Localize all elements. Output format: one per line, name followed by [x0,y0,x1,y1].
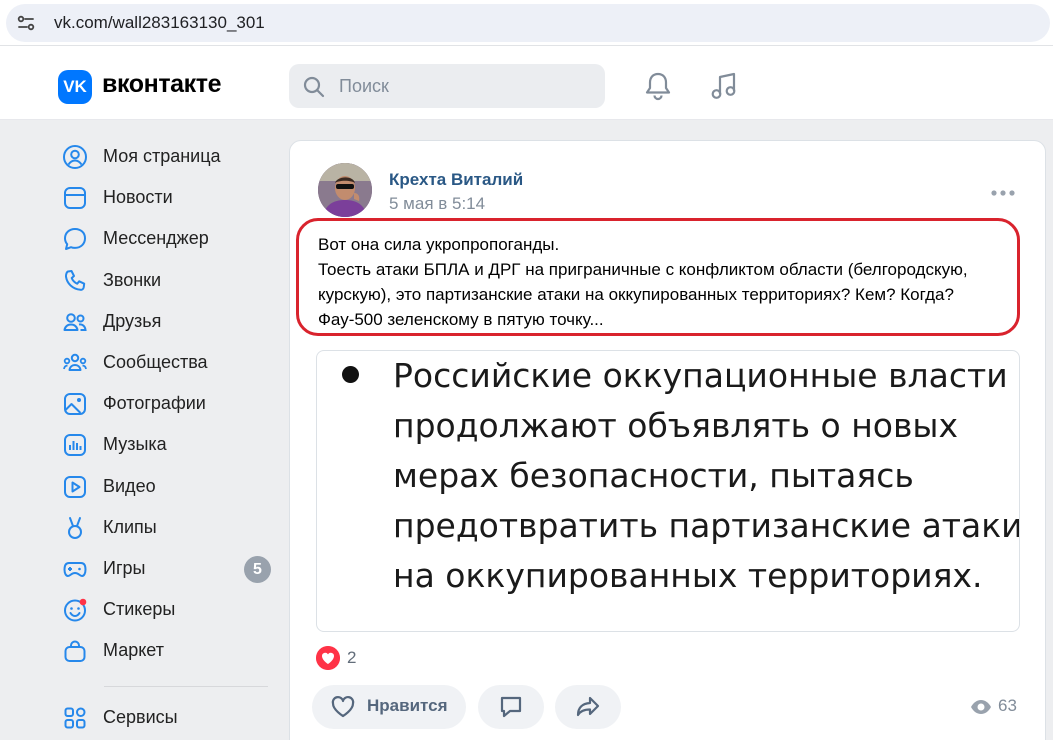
sidebar-item-communities[interactable]: Сообщества [60,342,280,383]
services-icon [64,707,86,729]
market-icon [64,640,86,663]
comment-icon [500,696,522,718]
author-avatar[interactable] [318,163,372,217]
post-card: Крехта Виталий 5 мая в 5:14 Вот она сила… [289,140,1046,740]
news-icon [64,187,86,210]
post-author[interactable]: Крехта Виталий [389,170,523,190]
sidebar-item-label: Игры [103,557,146,578]
sidebar-item-label: Фотографии [103,393,206,414]
search-input[interactable]: Поиск [289,64,605,108]
image-text-line: Российские оккупационные власти [393,356,1008,395]
like-button[interactable]: Нравится [312,685,466,729]
avatar-photo [318,163,372,217]
messenger-icon [64,228,86,251]
sidebar-item-label: Друзья [103,310,162,331]
like-label: Нравится [367,696,448,715]
sidebar-item-stickers[interactable]: Стикеры [60,589,280,630]
image-text-line: продолжают объявлять о новых [393,406,958,445]
more-options-icon[interactable] [990,189,1016,197]
sidebar-item-label: Клипы [103,516,157,537]
sidebar-item-label: Мессенджер [103,228,209,249]
search-icon [303,76,325,98]
sidebar-item-market[interactable]: Маркет [60,630,280,671]
share-icon [576,696,600,717]
sidebar-item-label: Сообщества [103,351,208,372]
profile-icon [63,145,87,169]
image-text-line: мерах безопасности, пытаясь [393,456,914,495]
sidebar-item-label: Новости [103,187,173,208]
sidebar-item-news[interactable]: Новости [60,177,280,218]
sidebar-item-label: Видео [103,475,156,496]
friends-icon [63,312,87,331]
reactions-count[interactable]: 2 [347,648,356,668]
sidebar-item-my-page[interactable]: Моя страница [60,136,280,177]
video-icon [64,475,86,498]
sidebar-item-clips[interactable]: Клипы [60,507,280,548]
stickers-icon [64,598,87,622]
games-icon [63,561,87,577]
bell-icon[interactable] [642,70,674,102]
sidebar-item-label: Моя страница [103,146,221,166]
sidebar-item-label: Музыка [103,434,167,455]
sidebar-item-label: Стикеры [103,599,176,620]
url-text[interactable]: vk.com/wall283163130_301 [54,13,265,33]
image-text-line: на оккупированных территориях. [393,556,983,595]
comment-button[interactable] [478,685,544,729]
eye-icon [971,700,991,714]
site-header: VK вконтакте Поиск [0,46,1053,120]
image-text-line: предотвратить партизанские атаки [393,506,1020,545]
sidebar-item-label: Звонки [103,269,162,290]
post-image[interactable]: Российские оккупационные власти продолжа… [316,350,1020,632]
url-field[interactable]: vk.com/wall283163130_301 [6,4,1050,42]
site-settings-icon[interactable] [16,13,36,33]
sidebar-item-label: Маркет [103,640,164,661]
sidebar-item-games[interactable]: Игры 5 [60,548,280,589]
share-button[interactable] [555,685,621,729]
bullet-dot [342,366,359,383]
music-icon[interactable] [708,70,740,102]
logo-text[interactable]: вконтакте [102,70,222,99]
sidebar-item-friends[interactable]: Друзья [60,301,280,342]
photos-icon [64,393,86,416]
sidebar-item-messenger[interactable]: Мессенджер [60,218,280,259]
vk-logo[interactable]: VK [58,70,92,104]
browser-address-bar: vk.com/wall283163130_301 [0,0,1053,46]
games-count-badge: 5 [244,555,271,583]
sidebar-item-video[interactable]: Видео [60,466,280,507]
heart-reaction-icon[interactable] [316,646,340,670]
post-date[interactable]: 5 мая в 5:14 [389,194,485,214]
sidebar-item-photos[interactable]: Фотографии [60,383,280,424]
sidebar-nav: Моя страница Новости Мессенджер Звонки Д… [60,136,280,739]
sidebar-item-label: Сервисы [103,707,178,728]
views-count: 63 [998,696,1017,715]
search-placeholder: Поиск [339,76,389,96]
heart-icon [331,696,355,718]
clips-icon [68,516,82,539]
communities-icon [63,353,87,371]
sidebar-item-calls[interactable]: Звонки [60,260,280,301]
image-text: Российские оккупационные власти продолжа… [393,351,1020,601]
red-highlight-frame [296,218,1020,336]
sidebar-divider [104,686,268,687]
sidebar-item-music[interactable]: Музыка [60,424,280,465]
sidebar-item-services[interactable]: Сервисы [60,697,280,738]
phone-icon [64,269,86,291]
music-icon [64,434,86,457]
